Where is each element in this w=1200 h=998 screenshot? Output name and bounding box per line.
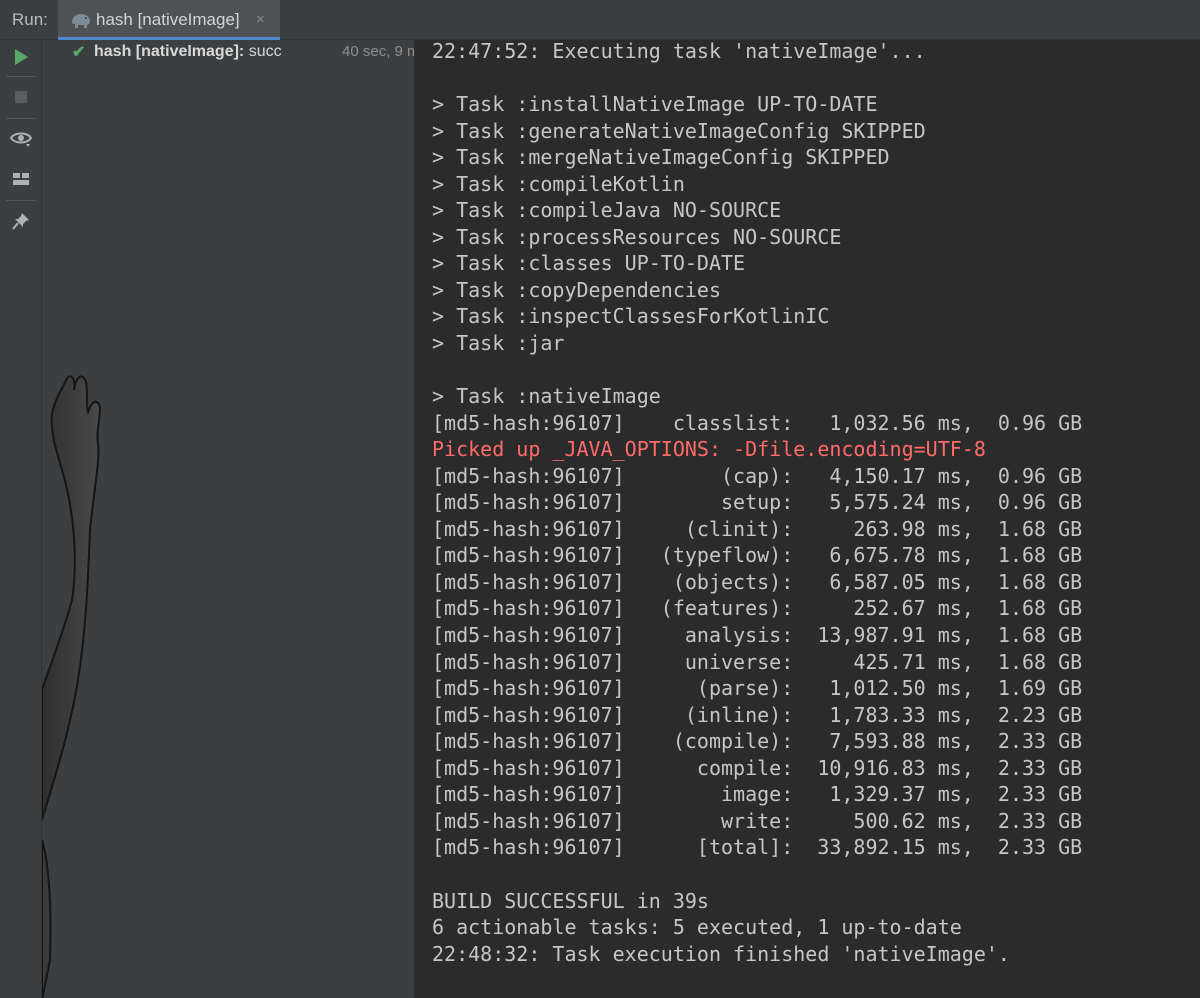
console-line: [md5-hash:96107] (clinit): 263.98 ms, 1.… (432, 516, 1083, 541)
console-line: > Task :processResources NO-SOURCE (432, 224, 842, 249)
console-line: > Task :compileKotlin (432, 171, 685, 196)
pin-icon (12, 213, 29, 230)
console-line: [md5-hash:96107] setup: 5,575.24 ms, 0.9… (432, 490, 1083, 515)
console-line: > Task :inspectClassesForKotlinIC (432, 304, 830, 329)
stop-button[interactable] (6, 82, 36, 112)
eye-icon (10, 132, 32, 147)
run-label: Run: (12, 10, 48, 29)
toolbar-divider (6, 118, 36, 119)
run-tool-window-header: Run: hash [nativeImage] × (0, 0, 1200, 40)
console-line: [md5-hash:96107] (typeflow): 6,675.78 ms… (432, 543, 1083, 568)
console-line: 22:48:32: Task execution finished 'nativ… (432, 941, 1010, 966)
console-line: BUILD SUCCESSFUL in 39s (432, 888, 709, 913)
console-line: [md5-hash:96107] [total]: 33,892.15 ms, … (432, 835, 1083, 860)
view-button[interactable] (6, 124, 36, 154)
console-line: [md5-hash:96107] analysis: 13,987.91 ms,… (432, 623, 1083, 648)
console-line: > Task :compileJava NO-SOURCE (432, 198, 782, 223)
console-line: [md5-hash:96107] (compile): 7,593.88 ms,… (432, 729, 1083, 754)
console-line: > Task :mergeNativeImageConfig SKIPPED (432, 145, 890, 170)
console-line: > Task :nativeImage (432, 384, 661, 409)
console-text: 22:47:52: Executing task 'nativeImage'..… (415, 40, 1082, 967)
console-line: 22:47:52: Executing task 'nativeImage'..… (432, 40, 926, 63)
toolbar-divider (6, 76, 36, 77)
console-line: [md5-hash:96107] compile: 10,916.83 ms, … (432, 755, 1083, 780)
layout-button[interactable] (6, 164, 36, 194)
console-line: > Task :classes UP-TO-DATE (432, 251, 746, 276)
console-line: [md5-hash:96107] (objects): 6,587.05 ms,… (432, 569, 1083, 594)
tree-item-status: succ (244, 43, 282, 60)
tab-hash-nativeimage[interactable]: hash [nativeImage] × (58, 0, 280, 40)
close-icon[interactable]: × (256, 11, 265, 28)
console-output[interactable]: 22:47:52: Executing task 'nativeImage'..… (414, 40, 1200, 998)
console-line: [md5-hash:96107] classlist: 1,032.56 ms,… (432, 410, 1083, 435)
background-figure-image (42, 375, 102, 998)
run-toolbar (0, 40, 42, 998)
console-line: [md5-hash:96107] (inline): 1,783.33 ms, … (432, 702, 1083, 727)
console-line: 6 actionable tasks: 5 executed, 1 up-to-… (432, 915, 962, 940)
toolbar-divider (6, 200, 36, 201)
console-line: [md5-hash:96107] universe: 425.71 ms, 1.… (432, 649, 1083, 674)
tree-item-name: hash [nativeImage]: (94, 43, 245, 60)
rerun-button[interactable] (6, 42, 36, 72)
pin-button[interactable] (6, 206, 36, 236)
console-line: > Task :jar (432, 331, 565, 356)
tree-item-duration: 40 sec, 9 ms (342, 43, 414, 60)
run-tree-panel: ✔ hash [nativeImage]: succ 40 sec, 9 ms (42, 40, 414, 998)
success-check-icon: ✔ (72, 44, 86, 61)
tree-item-hash-nativeimage[interactable]: ✔ hash [nativeImage]: succ 40 sec, 9 ms (72, 42, 414, 64)
tab-title: hash [nativeImage] (96, 10, 240, 29)
console-line: [md5-hash:96107] (parse): 1,012.50 ms, 1… (432, 676, 1083, 701)
tree-item-label: hash [nativeImage]: succ (94, 43, 312, 61)
console-line: [md5-hash:96107] image: 1,329.37 ms, 2.3… (432, 782, 1083, 807)
play-icon (15, 49, 28, 65)
console-line: [md5-hash:96107] (cap): 4,150.17 ms, 0.9… (432, 463, 1083, 488)
console-error-line: Picked up _JAVA_OPTIONS: -Dfile.encoding… (432, 437, 986, 462)
layout-icon (13, 173, 29, 185)
gradle-elephant-icon (72, 14, 90, 28)
console-line: > Task :generateNativeImageConfig SKIPPE… (432, 118, 926, 143)
console-line: [md5-hash:96107] write: 500.62 ms, 2.33 … (432, 808, 1083, 833)
console-line: > Task :copyDependencies (432, 277, 721, 302)
console-line: > Task :installNativeImage UP-TO-DATE (432, 92, 878, 117)
console-line: [md5-hash:96107] (features): 252.67 ms, … (432, 596, 1083, 621)
stop-icon (15, 91, 27, 103)
